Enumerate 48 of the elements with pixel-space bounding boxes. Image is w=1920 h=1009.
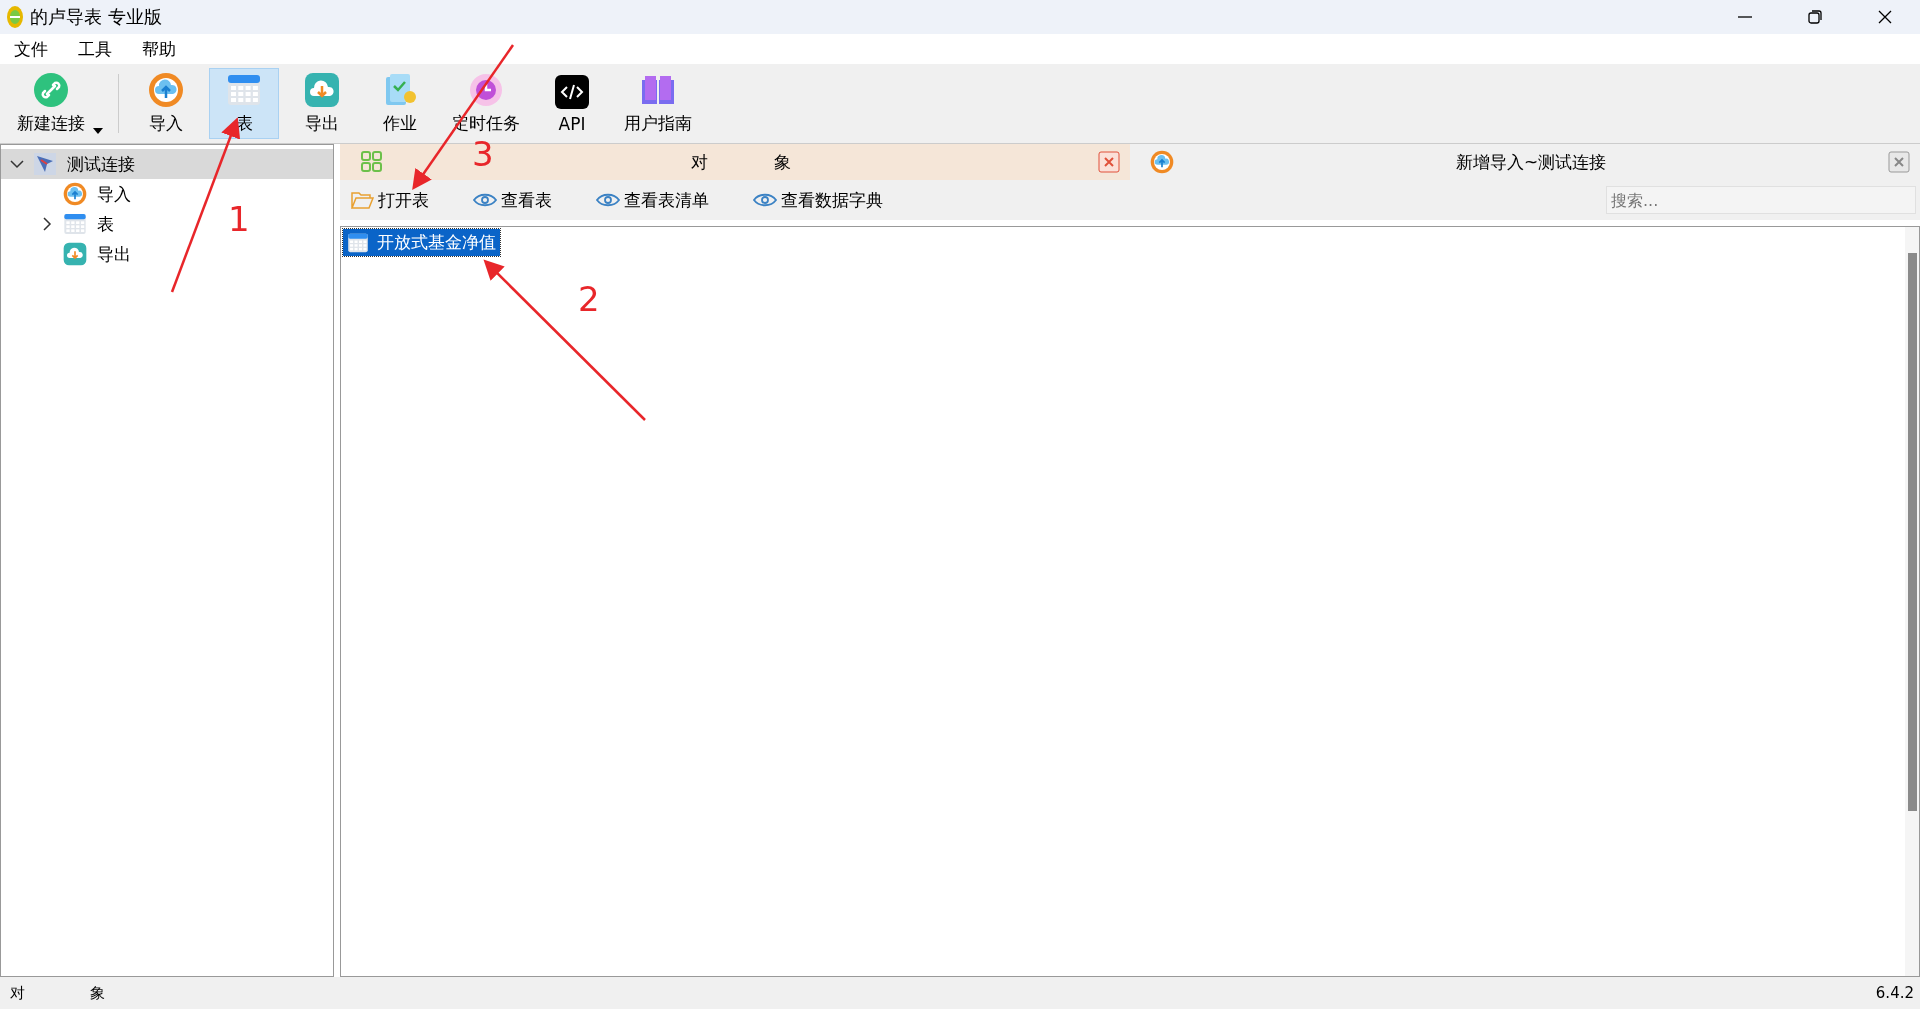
plug-icon [33,152,57,176]
close-icon [1877,9,1893,25]
cloud-upload-icon [63,182,87,206]
code-icon [554,73,590,110]
search-field[interactable]: 搜索... [1606,186,1916,214]
menu-item[interactable]: 工具 [76,37,114,61]
menu-item[interactable]: 帮助 [140,37,178,61]
annotation-number: 2 [578,286,600,314]
toolbar-button[interactable]: API [537,68,607,139]
toolbar-button[interactable]: 导入 [131,68,201,139]
link-icon [33,72,69,108]
tree-item[interactable]: 表 [1,209,130,239]
toolbar-button[interactable]: 表 [209,68,279,139]
cloud-upload-icon [148,72,184,108]
menu-item[interactable]: 文件 [12,37,50,61]
calendar-table-icon [226,72,262,108]
calendar-table-icon [347,231,369,254]
minimize-icon [1738,16,1752,18]
grid-icon [360,150,384,174]
clock-icon [468,72,504,108]
window-title: 的卢导表 专业版 [30,5,163,29]
cloud-upload-icon [1150,150,1174,174]
restore-icon [1807,9,1823,25]
toolbar-action[interactable]: 查看数据字典 [751,186,885,214]
close-icon[interactable] [1098,151,1120,173]
toolbar-action[interactable]: 查看表 [471,186,554,214]
toolbar-button[interactable]: 用户指南 [615,68,701,139]
tree-item[interactable]: 测试连接 [1,149,333,179]
toolbar-button[interactable]: 导出 [287,68,357,139]
tree-item[interactable]: 导入 [1,179,147,209]
close-icon[interactable] [1888,151,1910,173]
cloud-download-icon [304,72,340,108]
caret-icon [93,128,103,134]
toolbar-button[interactable]: 新建连接 [8,68,106,139]
toolbar-action[interactable]: 查看表清单 [594,186,711,214]
status-text: 对 象 [10,983,105,1003]
toolbar-button[interactable]: 作业 [365,68,435,139]
app-logo-icon [6,5,24,29]
tab[interactable]: 新增导入~测试连接 [1130,144,1920,180]
list-item[interactable]: 开放式基金净值 [343,229,500,256]
scrollbar-thumb[interactable] [1907,253,1917,811]
toolbar-action[interactable]: 打开表 [348,186,431,214]
annotation-number: 1 [228,206,250,234]
version-text: 6.4.2 [1875,984,1914,1002]
tree-item[interactable]: 导出 [1,239,147,269]
cloud-download-icon [63,242,87,266]
annotation-number: 3 [472,141,494,169]
calendar-table-icon [63,212,87,236]
